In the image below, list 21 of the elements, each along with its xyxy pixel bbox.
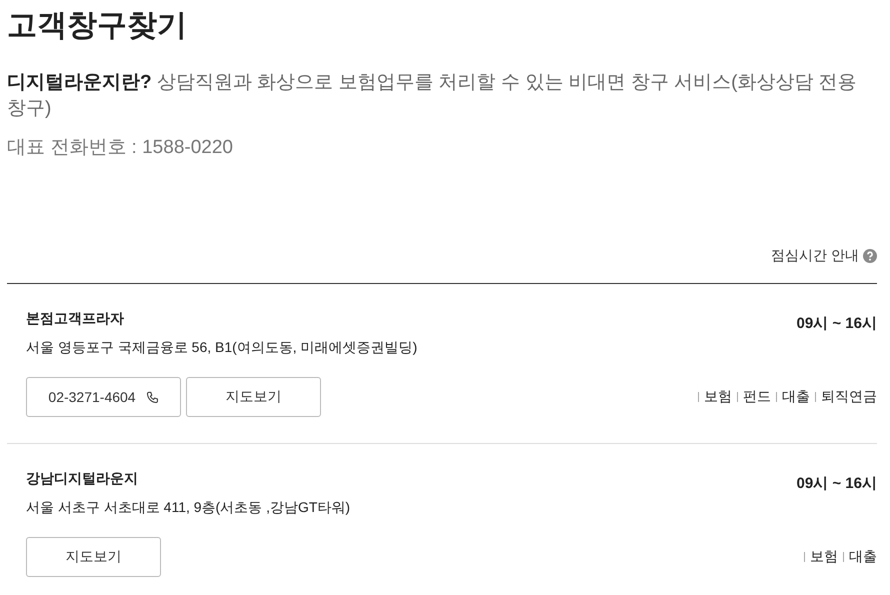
- phone-button[interactable]: 02-3271-4604: [26, 377, 181, 417]
- service-tag: 펀드: [743, 388, 771, 406]
- help-icon[interactable]: [863, 249, 877, 263]
- service-tag: 퇴직연금: [821, 388, 877, 406]
- page-title: 고객창구찾기: [7, 8, 188, 44]
- service-tag: 대출: [849, 548, 877, 566]
- lunch-time-link[interactable]: 점심시간 안내: [771, 247, 859, 265]
- main-phone-number: 대표 전화번호 : 1588-0220: [7, 136, 234, 160]
- branch-name: 강남디지털라운지: [26, 470, 138, 488]
- service-tag: 보험: [704, 388, 732, 406]
- opening-hours: 09시 ~ 16시: [796, 314, 877, 333]
- service-tag: 대출: [782, 388, 810, 406]
- map-button[interactable]: 지도보기: [186, 377, 321, 417]
- branch-address: 서울 영등포구 국제금융로 56, B1(여의도동, 미래에셋증권빌딩): [26, 339, 418, 357]
- phone-icon: [146, 390, 159, 404]
- service-tag: 보험: [810, 548, 838, 566]
- map-button[interactable]: 지도보기: [26, 537, 161, 577]
- branch-address: 서울 서초구 서초대로 411, 9층(서초동 ,강남GT타워): [26, 499, 352, 517]
- branch-name: 본점고객프라자: [26, 310, 124, 328]
- intro-text: 디지털라운지란? 상담직원과 화상으로 보험업무를 처리할 수 있는 비대면 창구 서비스(화상상담 전용 창구): [7, 71, 858, 121]
- opening-hours: 09시 ~ 16시: [796, 474, 877, 493]
